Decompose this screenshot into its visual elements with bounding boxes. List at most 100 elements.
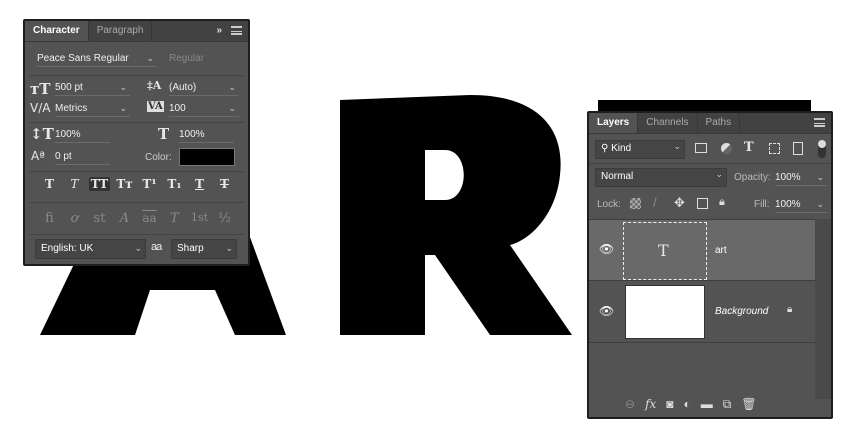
layer-thumbnail: T — [623, 222, 707, 280]
font-style-select[interactable]: Regular — [169, 53, 239, 67]
divider — [29, 75, 244, 76]
filter-adjustment-icon[interactable] — [721, 143, 732, 154]
lock-label: Lock: — [597, 199, 621, 210]
chevron-down-icon: ⌄ — [119, 82, 127, 92]
font-size-field[interactable]: 500 pt ⌄ — [55, 82, 130, 96]
chevron-down-icon: ⌄ — [715, 169, 723, 179]
filter-pixel-icon[interactable] — [695, 143, 707, 153]
add-mask-icon[interactable]: ◙ — [666, 397, 673, 412]
filter-type-icon[interactable]: T — [744, 140, 754, 155]
old-style-button[interactable]: ơ — [64, 211, 85, 226]
kerning-field[interactable]: Metrics ⌄ — [55, 103, 130, 117]
opacity-field[interactable]: 100% ⌄ — [775, 172, 827, 186]
divider — [29, 122, 244, 123]
fill-value: 100% — [775, 199, 801, 210]
lock-transparent-icon[interactable] — [630, 198, 641, 209]
chevron-down-icon: ⌄ — [228, 103, 236, 113]
superscript-button[interactable]: T¹ — [139, 177, 160, 191]
horizontal-scale-field[interactable]: 100% — [179, 129, 234, 143]
vertical-scale-field[interactable]: 100% — [55, 129, 110, 143]
kerning-icon: V/A — [30, 101, 51, 115]
lock-position-icon[interactable]: ✥ — [674, 195, 685, 211]
filter-shape-icon[interactable] — [769, 143, 780, 154]
stylistic-alternates-button[interactable]: aa — [139, 211, 160, 226]
panel-menu-icon[interactable] — [231, 26, 242, 35]
panel-menu-icon[interactable] — [814, 118, 825, 127]
layer-row-background[interactable]: 👁︎ Background 🔒︎ — [589, 282, 815, 343]
color-label: Color: — [145, 152, 172, 163]
tracking-field[interactable]: 100 ⌄ — [169, 103, 239, 117]
lock-all-icon[interactable]: 🔒︎ — [719, 196, 725, 209]
style-buttons: T T TT Tт T¹ T₁ T T — [39, 177, 235, 191]
opacity-value: 100% — [775, 172, 801, 183]
underline-button[interactable]: T — [189, 177, 210, 191]
fill-field[interactable]: 100% ⌄ — [775, 199, 827, 213]
small-caps-button[interactable]: Tт — [114, 177, 135, 191]
chevron-down-icon: ⌄ — [134, 243, 142, 253]
chevron-down-icon: ⌄ — [119, 103, 127, 113]
font-family-value: Peace Sans Regular — [37, 53, 129, 64]
new-group-icon[interactable]: ▬ — [701, 397, 713, 412]
link-layers-icon[interactable]: ⊖ — [625, 397, 635, 412]
leading-icon: ‡A — [147, 79, 162, 92]
faux-italic-button[interactable]: T — [64, 177, 85, 191]
ordinals-button[interactable]: 1st — [189, 211, 210, 226]
tab-character[interactable]: Character — [25, 21, 89, 41]
divider — [589, 163, 831, 164]
antialias-select[interactable]: Sharp ⌄ — [171, 239, 237, 259]
layer-name[interactable]: Background — [715, 306, 768, 317]
tracking-value: 100 — [169, 103, 186, 114]
leading-field[interactable]: (Auto) ⌄ — [169, 82, 239, 96]
chevron-down-icon: ⌄ — [228, 82, 236, 92]
tab-paths[interactable]: Paths — [698, 113, 741, 133]
divider — [29, 202, 244, 203]
layer-thumbnail — [625, 285, 705, 339]
strikethrough-button[interactable]: T — [214, 177, 235, 191]
lock-image-icon[interactable]: / — [653, 195, 657, 210]
titling-alternates-button[interactable]: T — [164, 211, 185, 226]
filter-toggle[interactable] — [818, 140, 826, 158]
baseline-shift-field[interactable]: 0 pt — [55, 151, 110, 165]
tab-layers[interactable]: Layers — [589, 113, 639, 133]
adjustment-layer-icon[interactable]: ◐ — [684, 397, 691, 412]
subscript-button[interactable]: T₁ — [164, 177, 185, 191]
lock-artboard-icon[interactable] — [697, 198, 708, 209]
chevron-down-icon: ⌄ — [146, 53, 154, 63]
font-size-value: 500 pt — [55, 82, 83, 93]
chevron-down-icon: ⌄ — [816, 172, 824, 182]
discretionary-ligatures-button[interactable]: st — [89, 211, 110, 226]
swash-button[interactable]: A — [114, 211, 135, 226]
baseline-shift-icon: Aª — [31, 149, 45, 163]
layer-name[interactable]: art — [715, 245, 727, 256]
fx-icon[interactable]: fx — [645, 397, 656, 412]
divider — [29, 171, 244, 172]
layer-row-art[interactable]: 👁︎ T art — [589, 220, 815, 281]
text-layer-icon: T — [658, 241, 669, 260]
layers-panel: Layers Channels Paths ⚲ Kind ⌄ T Normal ⌄ … — [587, 111, 833, 419]
horizontal-scale-value: 100% — [179, 129, 205, 140]
blend-mode-select[interactable]: Normal ⌄ — [595, 168, 727, 187]
scrollbar-track[interactable] — [815, 219, 831, 399]
filter-smart-object-icon[interactable] — [793, 142, 803, 155]
tab-paragraph[interactable]: Paragraph — [89, 21, 153, 41]
visibility-eye-icon[interactable]: 👁︎ — [599, 304, 614, 318]
tab-channels[interactable]: Channels — [638, 113, 698, 133]
ligatures-button[interactable]: fi — [39, 211, 60, 226]
all-caps-button[interactable]: TT — [89, 177, 110, 191]
font-family-select[interactable]: Peace Sans Regular ⌄ — [37, 53, 157, 67]
baseline-shift-value: 0 pt — [55, 151, 72, 162]
faux-bold-button[interactable]: T — [39, 177, 60, 191]
filter-kind-select[interactable]: ⚲ Kind ⌄ — [595, 140, 685, 159]
new-layer-icon[interactable]: ⧉ — [723, 397, 732, 412]
delete-layer-icon[interactable]: 🗑︎ — [741, 397, 756, 412]
color-swatch[interactable] — [179, 148, 235, 166]
chevron-down-icon: ⌄ — [225, 243, 233, 253]
collapse-icon[interactable]: » — [216, 25, 222, 36]
language-select[interactable]: English: UK ⌄ — [35, 239, 146, 259]
divider — [29, 234, 244, 235]
layers-list: 👁︎ T art 👁︎ Background 🔒︎ — [589, 219, 815, 399]
fractions-button[interactable]: ½ — [214, 211, 235, 226]
visibility-eye-icon[interactable]: 👁︎ — [599, 242, 614, 256]
horizontal-scale-icon: T — [158, 125, 170, 143]
leading-value: (Auto) — [169, 82, 197, 93]
